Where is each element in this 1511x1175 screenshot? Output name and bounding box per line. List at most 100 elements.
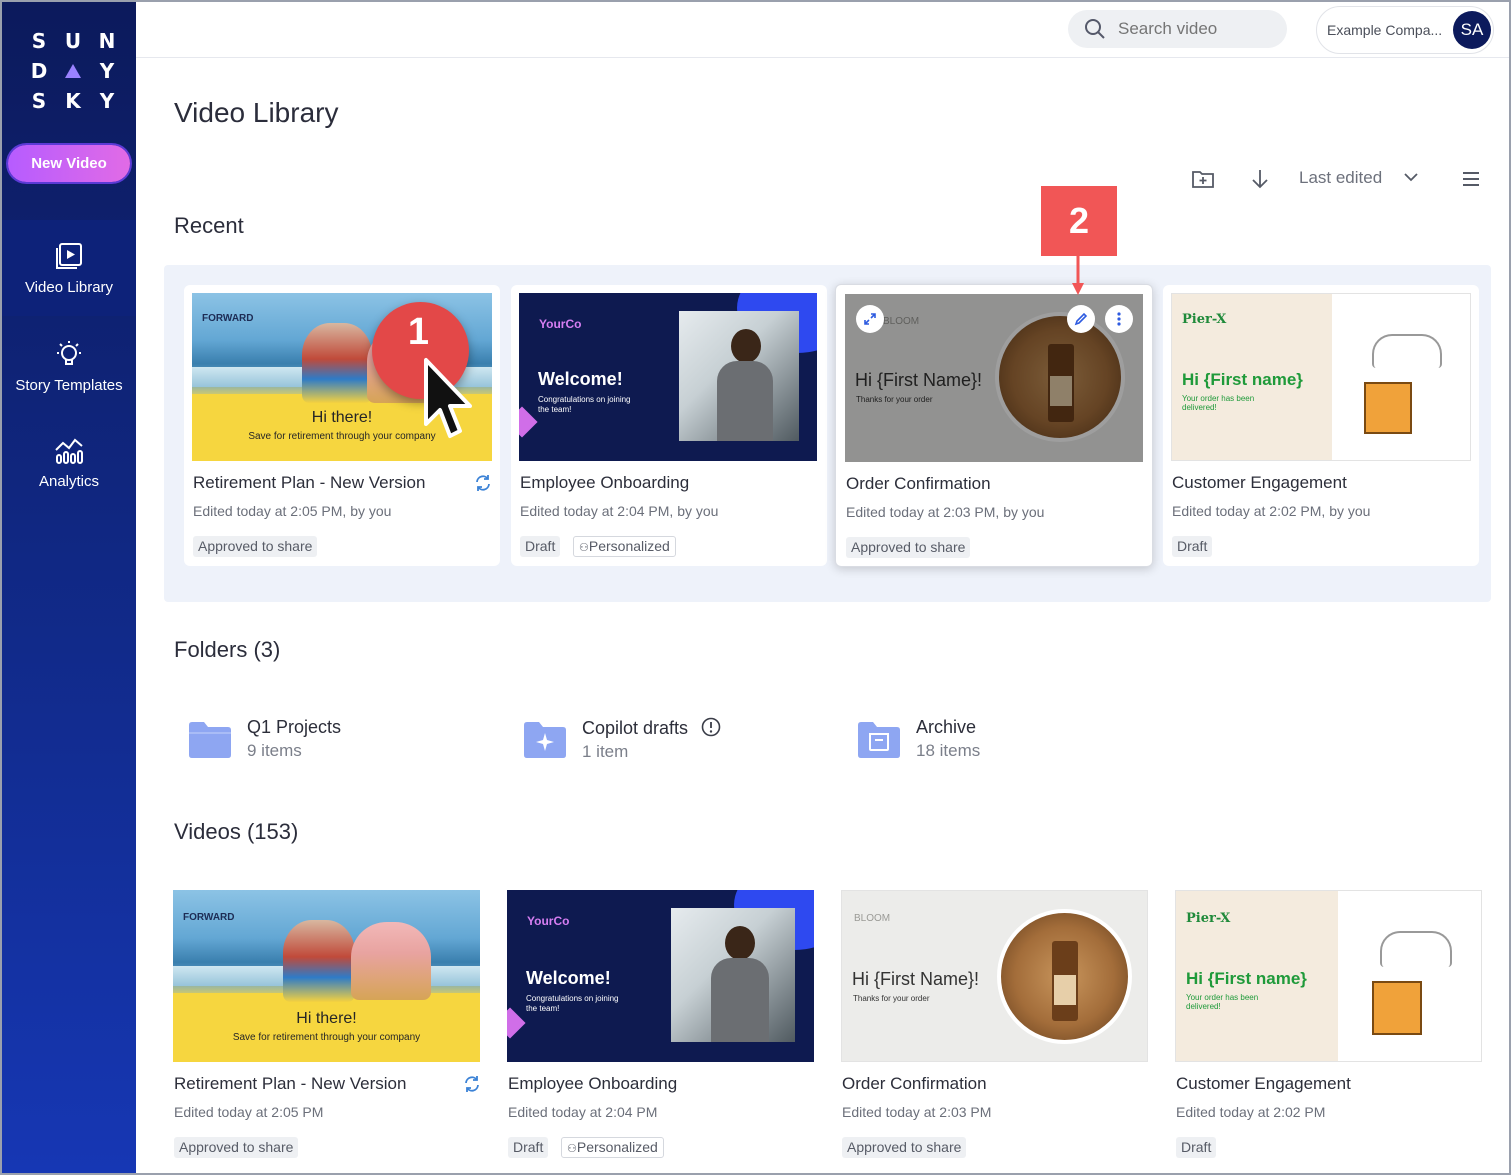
video-thumbnail[interactable]: BLOOM Hi {First Name}! Thanks for your o…: [841, 890, 1148, 1062]
video-card-customer[interactable]: Pier-X Hi {First name} Your order has be…: [1168, 880, 1488, 1170]
status-badge: Draft: [1172, 536, 1213, 557]
archive-folder-icon: [858, 722, 900, 758]
thumb-brand: Pier-X: [1186, 911, 1231, 926]
status-badge: Approved to share: [846, 537, 971, 558]
top-bar: Example Compa... SA: [136, 2, 1509, 58]
more-options-icon[interactable]: [1105, 305, 1133, 333]
account-menu[interactable]: Example Compa... SA: [1316, 6, 1494, 54]
info-icon[interactable]: [701, 717, 721, 737]
thumb-headline: Hi there!: [296, 1010, 357, 1027]
thumb-package: [1372, 981, 1422, 1035]
status-badge: Approved to share: [174, 1137, 299, 1158]
sort-direction-icon[interactable]: [1246, 165, 1274, 193]
thumb-headline: Welcome!: [526, 968, 611, 988]
logo-letter: Y: [99, 59, 115, 83]
thumb-subline: Save for retirement through your company: [232, 1032, 421, 1043]
thumb-subline: Your order has been delivered!: [1186, 993, 1259, 1011]
badge-label: Personalized: [588, 538, 670, 554]
thumb-headline: Hi {First name}: [1186, 969, 1307, 988]
video-card-employee[interactable]: YourCo Welcome! Congratulations on joini…: [500, 880, 820, 1170]
video-thumbnail[interactable]: YourCo Welcome! Congratulations on joini…: [507, 890, 814, 1062]
list-view-icon[interactable]: [1457, 165, 1485, 193]
video-card-retirement[interactable]: FORWARD Hi there! Save for retirement th…: [166, 880, 486, 1170]
thumb-brand: BLOOM: [854, 913, 891, 924]
folder-copilot-drafts[interactable]: Copilot drafts 1 item: [522, 717, 721, 777]
recent-card-order[interactable]: BLOOM Hi {First Name}! Thanks for your o…: [835, 284, 1153, 567]
status-badge: Draft: [520, 536, 561, 557]
logo-triangle-icon: [65, 64, 81, 78]
thumb-hand-outline: [1372, 334, 1442, 368]
card-title[interactable]: Retirement Plan - New Version: [193, 473, 425, 493]
mouse-cursor-icon: [424, 358, 472, 438]
search-box[interactable]: [1068, 10, 1287, 48]
card-title[interactable]: Customer Engagement: [1176, 1074, 1351, 1094]
analytics-icon: [52, 435, 86, 465]
video-thumbnail[interactable]: Pier-X Hi {First name} Your order has be…: [1171, 293, 1471, 461]
thumb-subline: Thanks for your order: [856, 395, 933, 404]
card-title[interactable]: Order Confirmation: [846, 474, 991, 494]
avatar[interactable]: SA: [1453, 11, 1491, 49]
thumb-person-head: [731, 329, 761, 363]
thumb-headline: Hi {First Name}!: [852, 969, 980, 989]
video-thumbnail[interactable]: FORWARD Hi there! Save for retirement th…: [173, 890, 480, 1062]
card-title[interactable]: Retirement Plan - New Version: [174, 1074, 406, 1094]
thumb-person-figure: [302, 323, 372, 403]
sundaysky-logo[interactable]: SUN DY SKY: [28, 26, 118, 116]
thumb-person-body: [711, 958, 769, 1042]
recent-card-customer[interactable]: Pier-X Hi {First name} Your order has be…: [1163, 285, 1479, 566]
logo-letter: S: [31, 29, 47, 53]
card-meta: Edited today at 2:04 PM: [508, 1104, 658, 1120]
folder-name: Q1 Projects: [247, 717, 342, 737]
thumb-brand: FORWARD: [202, 313, 254, 324]
thumb-brand: YourCo: [527, 914, 570, 928]
sidebar-item-video-library[interactable]: Video Library: [2, 220, 136, 316]
folder-q1-projects[interactable]: Q1 Projects 9 items: [187, 717, 341, 777]
thumb-brand: FORWARD: [183, 912, 235, 923]
sidebar-item-story-templates[interactable]: Story Templates: [2, 318, 136, 414]
thumb-hand-outline: [1380, 931, 1452, 967]
card-title[interactable]: Order Confirmation: [842, 1074, 987, 1094]
card-meta: Edited today at 2:02 PM, by you: [1172, 503, 1371, 519]
search-icon: [1085, 19, 1105, 39]
card-meta: Edited today at 2:04 PM, by you: [520, 503, 719, 519]
people-icon: ⚇: [567, 1143, 577, 1155]
recent-title: Recent: [174, 213, 244, 238]
logo-letter: S: [31, 89, 47, 113]
card-title[interactable]: Customer Engagement: [1172, 473, 1347, 493]
thumb-subline: Congratulations on joining the team!: [526, 994, 619, 1013]
folder-archive[interactable]: Archive 18 items: [856, 717, 980, 777]
card-title[interactable]: Employee Onboarding: [508, 1074, 677, 1094]
edit-pencil-icon[interactable]: [1067, 305, 1095, 333]
refresh-icon[interactable]: [463, 1075, 481, 1093]
thumb-person-figure: [283, 920, 355, 1002]
sidebar-item-analytics[interactable]: Analytics: [2, 414, 136, 510]
page-title: Video Library: [174, 97, 339, 128]
refresh-icon[interactable]: [474, 474, 492, 492]
folder-name: Copilot drafts: [582, 717, 721, 739]
logo-letter: K: [65, 89, 81, 113]
new-folder-icon[interactable]: [1189, 165, 1217, 193]
video-thumbnail[interactable]: YourCo Welcome! Congratulations on joini…: [519, 293, 817, 461]
recent-card-employee[interactable]: YourCo Welcome! Congratulations on joini…: [511, 285, 827, 566]
thumb-headline: Welcome!: [538, 369, 623, 389]
chevron-down-icon: [1404, 173, 1418, 182]
folder-name: Archive: [916, 717, 977, 737]
sort-label: Last edited: [1299, 168, 1383, 187]
status-badge: Approved to share: [842, 1137, 967, 1158]
video-library-icon: [52, 241, 86, 271]
search-input[interactable]: [1118, 19, 1278, 39]
video-card-order[interactable]: BLOOM Hi {First Name}! Thanks for your o…: [834, 880, 1154, 1170]
sidebar-item-label: Video Library: [24, 278, 114, 296]
expand-icon[interactable]: [856, 305, 884, 333]
logo-letter: N: [98, 29, 116, 53]
card-meta: Edited today at 2:02 PM: [1176, 1104, 1326, 1120]
video-thumbnail[interactable]: BLOOM Hi {First Name}! Thanks for your o…: [845, 294, 1143, 462]
sidebar-item-label: Story Templates: [15, 376, 123, 394]
card-title[interactable]: Employee Onboarding: [520, 473, 689, 493]
video-thumbnail[interactable]: Pier-X Hi {First name} Your order has be…: [1175, 890, 1482, 1062]
lightbulb-icon: [52, 339, 86, 369]
folder-count: 1 item: [582, 742, 629, 761]
thumb-brand: BLOOM: [883, 316, 920, 327]
sort-dropdown[interactable]: Last edited: [1299, 168, 1419, 188]
new-video-button[interactable]: New Video: [8, 145, 130, 182]
